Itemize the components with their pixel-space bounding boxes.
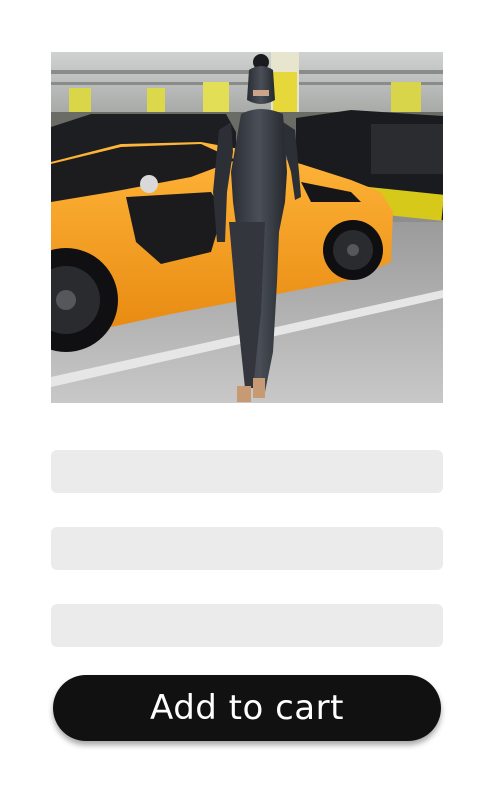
placeholder-field-1 [51,450,443,493]
product-image [51,52,443,403]
add-to-cart-button[interactable]: Add to cart [53,675,441,741]
product-photo [51,52,443,403]
add-to-cart-label: Add to cart [150,688,344,728]
placeholder-field-3 [51,604,443,647]
placeholder-field-2 [51,527,443,570]
